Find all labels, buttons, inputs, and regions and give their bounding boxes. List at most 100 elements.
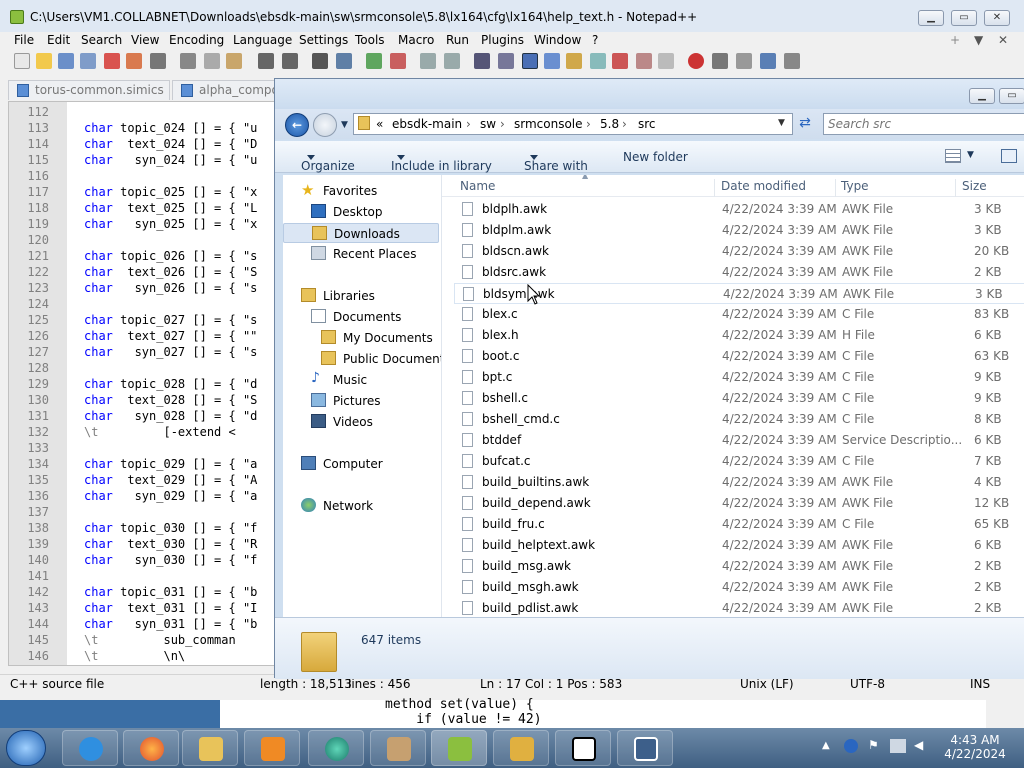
- sync-h-icon[interactable]: [444, 53, 460, 69]
- taskbar-internet-explorer[interactable]: [62, 730, 118, 766]
- file-row[interactable]: bldplh.awk 4/22/2024 3:39 AM AWK File 3 KB: [454, 199, 1024, 220]
- address-breadcrumb[interactable]: « ebsdk-main › sw › srmconsole › 5.8 › s…: [353, 113, 793, 135]
- file-row[interactable]: boot.c 4/22/2024 3:39 AM C File 63 KB: [454, 346, 1024, 367]
- file-row[interactable]: build_msgh.awk 4/22/2024 3:39 AM AWK File 2…: [454, 577, 1024, 598]
- file-row[interactable]: build_msg.awk 4/22/2024 3:39 AM AWK File 2 …: [454, 556, 1024, 577]
- menu-file[interactable]: File: [14, 33, 34, 47]
- breadcrumb-chevron-icon[interactable]: ›: [466, 117, 471, 131]
- breadcrumb-chevron-icon[interactable]: ›: [622, 117, 627, 131]
- tab-torus-common[interactable]: torus-common.simics: [8, 80, 170, 100]
- code-line[interactable]: 125 char topic_027 [] = { "s: [9, 313, 279, 329]
- breadcrumb-srmconsole[interactable]: srmconsole: [514, 117, 583, 131]
- code-line[interactable]: 117 char topic_025 [] = { "x: [9, 185, 279, 201]
- wrap-icon[interactable]: [474, 53, 490, 69]
- address-dropdown-icon[interactable]: ▼: [778, 118, 785, 128]
- udl-icon[interactable]: [544, 53, 560, 69]
- new-file-icon[interactable]: [14, 53, 30, 69]
- new-folder-button[interactable]: New folder: [623, 150, 688, 164]
- code-line[interactable]: 144 char syn_031 [] = { "b: [9, 617, 279, 633]
- file-row[interactable]: blex.c 4/22/2024 3:39 AM C File 83 KB: [454, 304, 1024, 325]
- replace-icon[interactable]: [336, 53, 352, 69]
- copy-icon[interactable]: [204, 53, 220, 69]
- taskbar-hxd[interactable]: [493, 730, 549, 766]
- search-box[interactable]: [823, 113, 1024, 135]
- close-doc-icon[interactable]: ✕: [998, 33, 1008, 47]
- file-row[interactable]: build_helptext.awk 4/22/2024 3:39 AM AWK F…: [454, 535, 1024, 556]
- all-chars-icon[interactable]: [498, 53, 514, 69]
- breadcrumb-chevron-icon[interactable]: ›: [586, 117, 591, 131]
- maximize-button[interactable]: ▭: [951, 10, 977, 26]
- share-with-button[interactable]: Share with: [524, 150, 588, 173]
- show-hidden-icons[interactable]: ▲: [822, 740, 830, 751]
- code-line[interactable]: 133: [9, 441, 279, 457]
- sync-v-icon[interactable]: [420, 53, 436, 69]
- code-line[interactable]: 119 char syn_025 [] = { "x: [9, 217, 279, 233]
- code-line[interactable]: 134 char topic_029 [] = { "a: [9, 457, 279, 473]
- chevron-down-icon[interactable]: ▼: [967, 150, 974, 160]
- code-line[interactable]: 131 char syn_028 [] = { "d: [9, 409, 279, 425]
- redo-icon[interactable]: [282, 53, 298, 69]
- record-macro-icon[interactable]: [688, 53, 704, 69]
- start-button[interactable]: [6, 730, 46, 766]
- tab-alpha-component[interactable]: alpha_compon: [172, 80, 280, 100]
- include-in-library-button[interactable]: Include in library: [391, 150, 492, 173]
- code-line[interactable]: 124: [9, 297, 279, 313]
- taskbar-remote-desktop[interactable]: [617, 730, 673, 766]
- code-line[interactable]: 126 char text_027 [] = { "": [9, 329, 279, 345]
- indent-guide-icon[interactable]: [522, 53, 538, 69]
- breadcrumb-overflow[interactable]: «: [376, 117, 383, 131]
- file-row[interactable]: btddef 4/22/2024 3:39 AM Service Descripti…: [454, 430, 1024, 451]
- file-row[interactable]: build_pdlist.awk 4/22/2024 3:39 AM AWK Fil…: [454, 598, 1024, 617]
- taskbar-7zip[interactable]: [555, 730, 611, 766]
- code-line[interactable]: 142 char topic_031 [] = { "b: [9, 585, 279, 601]
- taskbar-firefox[interactable]: [123, 730, 179, 766]
- menu-window[interactable]: Window: [534, 33, 581, 47]
- play-macro-icon[interactable]: [736, 53, 752, 69]
- save-all-icon[interactable]: [80, 53, 96, 69]
- file-row[interactable]: bldplm.awk 4/22/2024 3:39 AM AWK File 3 KB: [454, 220, 1024, 241]
- breadcrumb-sw[interactable]: sw: [480, 117, 496, 131]
- code-line[interactable]: 121 char topic_026 [] = { "s: [9, 249, 279, 265]
- code-line[interactable]: 138 char topic_030 [] = { "f: [9, 521, 279, 537]
- code-line[interactable]: 135 char text_029 [] = { "A: [9, 473, 279, 489]
- explorer-titlebar[interactable]: ▁ ▭: [275, 79, 1024, 109]
- code-line[interactable]: 127 char syn_027 [] = { "s: [9, 345, 279, 361]
- code-line[interactable]: 113 char topic_024 [] = { "u: [9, 121, 279, 137]
- flag-icon[interactable]: ⚑: [868, 738, 879, 752]
- file-row[interactable]: bshell_cmd.c 4/22/2024 3:39 AM C File 8 KB: [454, 409, 1024, 430]
- code-line[interactable]: 122 char text_026 [] = { "S: [9, 265, 279, 281]
- menu-macro[interactable]: Macro: [398, 33, 434, 47]
- menu-search[interactable]: Search: [81, 33, 122, 47]
- explorer-minimize-button[interactable]: ▁: [969, 88, 995, 104]
- file-row[interactable]: blex.h 4/22/2024 3:39 AM H File 6 KB: [454, 325, 1024, 346]
- breadcrumb-chevron-icon[interactable]: ›: [500, 117, 505, 131]
- explorer-maximize-button[interactable]: ▭: [999, 88, 1024, 104]
- file-row[interactable]: build_fru.c 4/22/2024 3:39 AM C File 65 KB: [454, 514, 1024, 535]
- code-editor[interactable]: 112 113 char topic_024 [] = { "u 114 char te…: [8, 101, 280, 666]
- menu-tools[interactable]: Tools: [355, 33, 385, 47]
- code-line[interactable]: 145 \t sub_comman: [9, 633, 279, 649]
- file-row[interactable]: bldsrc.awk 4/22/2024 3:39 AM AWK File 2 KB: [454, 262, 1024, 283]
- code-line[interactable]: 139 char text_030 [] = { "R: [9, 537, 279, 553]
- eye-icon[interactable]: [658, 53, 674, 69]
- find-icon[interactable]: [312, 53, 328, 69]
- taskbar-notepadpp[interactable]: [431, 730, 487, 766]
- column-type[interactable]: Type: [841, 179, 869, 193]
- code-line[interactable]: 136 char syn_029 [] = { "a: [9, 489, 279, 505]
- paste-icon[interactable]: [226, 53, 242, 69]
- clock[interactable]: 4:43 AM 4/22/2024: [930, 733, 1020, 767]
- organize-button[interactable]: Organize: [301, 150, 355, 173]
- recent-pages-icon[interactable]: ▼: [341, 120, 348, 130]
- forward-icon[interactable]: [313, 113, 337, 137]
- code-line[interactable]: 129 char topic_028 [] = { "d: [9, 377, 279, 393]
- column-date-modified[interactable]: Date modified: [721, 179, 806, 193]
- menu-settings[interactable]: Settings: [299, 33, 348, 47]
- breadcrumb-src[interactable]: src: [638, 117, 656, 131]
- code-line[interactable]: 118 char text_025 [] = { "L: [9, 201, 279, 217]
- notepadpp-titlebar[interactable]: C:\Users\VM1.COLLABNET\Downloads\ebsdk-m…: [0, 0, 1024, 32]
- breadcrumb-5-8[interactable]: 5.8: [600, 117, 619, 131]
- code-line[interactable]: 123 char syn_026 [] = { "s: [9, 281, 279, 297]
- code-line[interactable]: 146 \t \n\: [9, 649, 279, 665]
- console-scrollbar[interactable]: [986, 700, 1024, 728]
- file-row[interactable]: bldscn.awk 4/22/2024 3:39 AM AWK File 20 KB: [454, 241, 1024, 262]
